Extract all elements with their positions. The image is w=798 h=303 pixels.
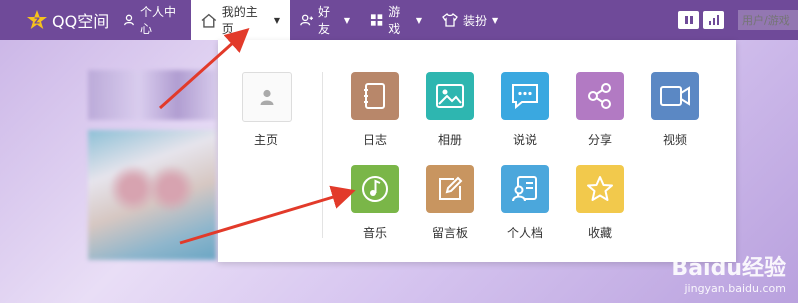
app-label: 日志 xyxy=(362,133,387,147)
blurred-username xyxy=(88,70,216,120)
app-label: 留言板 xyxy=(431,226,468,240)
friends-icon xyxy=(300,14,314,26)
pause-icon[interactable] xyxy=(678,11,699,29)
chevron-down-icon: ▼ xyxy=(415,15,422,25)
home-icon xyxy=(201,13,217,28)
svg-text:Z: Z xyxy=(34,17,40,26)
message-board-icon xyxy=(426,165,474,213)
chevron-down-icon: ▼ xyxy=(492,15,499,25)
chat-icon xyxy=(501,72,549,120)
person-icon xyxy=(124,14,134,26)
app-label: 收藏 xyxy=(587,226,612,240)
app-label: 分享 xyxy=(587,133,612,147)
nav-games[interactable]: 游戏 ▼ xyxy=(360,0,432,40)
video-icon xyxy=(651,72,699,120)
nav-label: 我的主页 xyxy=(221,5,258,36)
person-placeholder-icon xyxy=(260,89,274,105)
grid-icon xyxy=(370,14,383,26)
share-icon xyxy=(576,72,624,120)
profile-card-icon xyxy=(501,165,549,213)
blurred-avatar xyxy=(88,130,216,260)
shirt-icon xyxy=(442,13,458,27)
app-message-board[interactable]: 留言板 xyxy=(418,165,482,241)
app-status[interactable]: 说说 xyxy=(493,72,557,148)
chevron-down-icon: ▼ xyxy=(273,15,280,25)
app-music[interactable]: 音乐 xyxy=(343,165,407,241)
chevron-down-icon: ▼ xyxy=(343,15,350,25)
nav-label: 游戏 xyxy=(388,5,401,36)
watermark-sub: jingyan.baidu.com xyxy=(684,282,786,295)
watermark-main: Baidu经验 xyxy=(671,256,786,281)
app-video[interactable]: 视频 xyxy=(643,72,707,148)
nav-personal-center[interactable]: 个人中心 xyxy=(113,0,191,40)
qzone-star-icon: Z xyxy=(26,9,48,31)
nav-my-homepage[interactable]: 我的主页 ▼ xyxy=(191,0,290,40)
nav-dress-up[interactable]: 装扮 ▼ xyxy=(432,0,512,40)
baidu-watermark: Baidu经验 jingyan.baidu.com xyxy=(671,250,786,295)
app-label: 音乐 xyxy=(362,226,387,240)
nav-label: 个人中心 xyxy=(139,5,176,36)
home-label: 主页 xyxy=(253,133,278,147)
app-label: 相册 xyxy=(437,133,462,147)
star-icon xyxy=(576,165,624,213)
nav-label: 装扮 xyxy=(463,13,488,28)
home-tile[interactable] xyxy=(242,72,292,122)
search-input[interactable] xyxy=(738,10,798,30)
qzone-logo[interactable]: Z QQ空间 xyxy=(0,0,113,40)
nav-friends[interactable]: 好友 ▼ xyxy=(290,0,360,40)
divider xyxy=(322,72,323,238)
logo-text: QQ空间 xyxy=(52,12,110,31)
app-share[interactable]: 分享 xyxy=(568,72,632,148)
music-icon xyxy=(351,165,399,213)
diary-icon xyxy=(351,72,399,120)
nav-label: 好友 xyxy=(318,5,331,36)
app-label: 说说 xyxy=(512,133,537,147)
app-profile[interactable]: 个人档 xyxy=(493,165,557,241)
app-favorites[interactable]: 收藏 xyxy=(568,165,632,241)
signal-bars-icon[interactable] xyxy=(703,11,724,29)
app-diary[interactable]: 日志 xyxy=(343,72,407,148)
my-homepage-dropdown: 主页 日志 相册 说说 分享 视频 音乐 留言板 个人档 收藏 xyxy=(218,40,736,262)
top-nav-bar: Z QQ空间 个人中心 我的主页 ▼ 好友 ▼ 游戏 ▼ 装扮 ▼ xyxy=(0,0,798,40)
app-label: 视频 xyxy=(662,133,687,147)
app-label: 个人档 xyxy=(506,226,543,240)
nav-right-tools xyxy=(678,0,798,40)
app-photos[interactable]: 相册 xyxy=(418,72,482,148)
photo-icon xyxy=(426,72,474,120)
